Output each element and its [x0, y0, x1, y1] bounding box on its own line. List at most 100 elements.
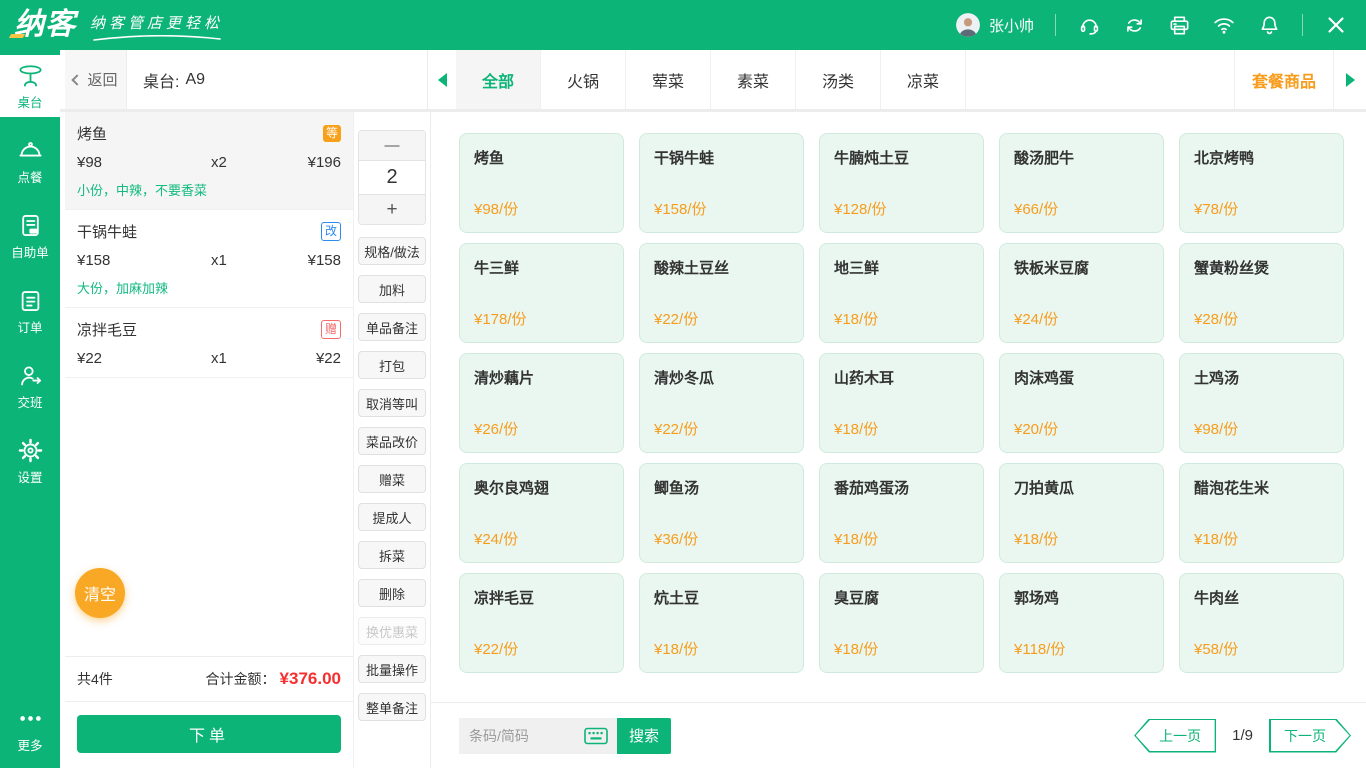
menu-item-card[interactable]: 土鸡汤 ¥98/份: [1179, 353, 1344, 453]
menu-item-name: 干锅牛蛙: [654, 147, 789, 168]
tabs-scroll-right-button[interactable]: [1334, 50, 1366, 109]
category-tab[interactable]: 全部: [456, 50, 541, 109]
next-page-button[interactable]: 下一页: [1269, 719, 1351, 753]
menu-item-price: ¥98/份: [474, 198, 609, 219]
category-tab[interactable]: 素菜: [711, 50, 796, 109]
back-label: 返回: [87, 69, 117, 90]
category-tab[interactable]: 汤类: [796, 50, 881, 109]
prev-page-label: 上一页: [1134, 719, 1216, 753]
order-item-quantity: x1: [211, 350, 281, 367]
sidebar-item-more[interactable]: 更多: [0, 698, 60, 760]
order-item-quantity: x1: [211, 252, 281, 269]
menu-item-price: ¥128/份: [834, 198, 969, 219]
action-button[interactable]: 取消等叫: [358, 389, 426, 417]
order-list-icon: [17, 287, 44, 314]
menu-item-card[interactable]: 鲫鱼汤 ¥36/份: [639, 463, 804, 563]
submit-order-button[interactable]: 下单: [77, 715, 341, 753]
close-icon[interactable]: [1324, 13, 1348, 37]
bottom-bar: 搜索 上一页 1/9 下一页: [431, 702, 1366, 768]
sidebar-item-shift-change[interactable]: 交班: [0, 355, 60, 417]
left-triangle-icon: [438, 73, 447, 87]
wifi-icon[interactable]: [1212, 13, 1236, 37]
bell-icon[interactable]: [1257, 13, 1281, 37]
menu-item-name: 土鸡汤: [1194, 367, 1329, 388]
search-button[interactable]: 搜索: [617, 718, 671, 754]
menu-item-price: ¥18/份: [834, 528, 969, 549]
category-tab[interactable]: 凉菜: [881, 50, 966, 109]
combo-products-button[interactable]: 套餐商品: [1234, 50, 1334, 109]
menu-item-card[interactable]: 凉拌毛豆 ¥22/份: [459, 573, 624, 673]
action-button[interactable]: 赠菜: [358, 465, 426, 493]
tabs-scroll-left-button[interactable]: [428, 50, 456, 109]
order-item-price: ¥22: [77, 350, 211, 367]
menu-item-card[interactable]: 山药木耳 ¥18/份: [819, 353, 984, 453]
order-panel: 烤鱼 等 ¥98 x2 ¥196 小份，中辣，不要香菜 干锅牛蛙 改 ¥158: [65, 112, 354, 768]
quantity-increase-button[interactable]: +: [359, 194, 425, 224]
action-button[interactable]: 整单备注: [358, 693, 426, 721]
keyboard-icon[interactable]: [583, 727, 609, 745]
barcode-search-input[interactable]: [469, 728, 583, 744]
menu-item-card[interactable]: 番茄鸡蛋汤 ¥18/份: [819, 463, 984, 563]
order-item-total: ¥158: [281, 252, 341, 269]
right-triangle-icon: [1346, 73, 1355, 87]
menu-item-card[interactable]: 烤鱼 ¥98/份: [459, 133, 624, 233]
category-tab[interactable]: 荤菜: [626, 50, 711, 109]
sidebar-item-order-food[interactable]: 点餐: [0, 130, 60, 192]
menu-item-price: ¥22/份: [654, 308, 789, 329]
order-item[interactable]: 干锅牛蛙 改 ¥158 x1 ¥158 大份，加麻加辣: [65, 210, 353, 308]
menu-item-card[interactable]: 牛肉丝 ¥58/份: [1179, 573, 1344, 673]
menu-item-card[interactable]: 奥尔良鸡翅 ¥24/份: [459, 463, 624, 563]
menu-item-card[interactable]: 刀拍黄瓜 ¥18/份: [999, 463, 1164, 563]
quantity-decrease-button[interactable]: —: [359, 131, 425, 161]
menu-item-card[interactable]: 炕土豆 ¥18/份: [639, 573, 804, 673]
sidebar-item-self-order[interactable]: 自助单: [0, 205, 60, 267]
sidebar-item-settings[interactable]: 设置: [0, 430, 60, 492]
order-item[interactable]: 凉拌毛豆 赠 ¥22 x1 ¥22: [65, 308, 353, 378]
menu-item-card[interactable]: 干锅牛蛙 ¥158/份: [639, 133, 804, 233]
menu-item-card[interactable]: 北京烤鸭 ¥78/份: [1179, 133, 1344, 233]
menu-item-price: ¥36/份: [654, 528, 789, 549]
order-item-quantity: x2: [211, 154, 281, 171]
action-button[interactable]: 单品备注: [358, 313, 426, 341]
action-button[interactable]: 规格/做法: [358, 237, 426, 265]
menu-item-card[interactable]: 地三鲜 ¥18/份: [819, 243, 984, 343]
menu-item-card[interactable]: 蟹黄粉丝煲 ¥28/份: [1179, 243, 1344, 343]
menu-item-card[interactable]: 清炒藕片 ¥26/份: [459, 353, 624, 453]
sync-icon[interactable]: [1122, 13, 1146, 37]
action-button[interactable]: 打包: [358, 351, 426, 379]
menu-item-name: 烤鱼: [474, 147, 609, 168]
gear-icon: [17, 437, 44, 464]
menu-item-card[interactable]: 郭场鸡 ¥118/份: [999, 573, 1164, 673]
divider: [1302, 14, 1303, 36]
action-button[interactable]: 拆菜: [358, 541, 426, 569]
sidebar-item-tables[interactable]: 桌台: [0, 55, 60, 117]
action-button[interactable]: 批量操作: [358, 655, 426, 683]
menu-item-card[interactable]: 酸汤肥牛 ¥66/份: [999, 133, 1164, 233]
menu-item-card[interactable]: 臭豆腐 ¥18/份: [819, 573, 984, 673]
menu-item-card[interactable]: 牛三鲜 ¥178/份: [459, 243, 624, 343]
clear-order-button[interactable]: 清空: [75, 568, 125, 618]
prev-page-button[interactable]: 上一页: [1134, 719, 1216, 753]
sidebar-item-orders[interactable]: 订单: [0, 280, 60, 342]
menu-item-card[interactable]: 牛腩炖土豆 ¥128/份: [819, 133, 984, 233]
customer-service-icon[interactable]: [1077, 13, 1101, 37]
menu-item-price: ¥26/份: [474, 418, 609, 439]
menu-item-name: 肉沫鸡蛋: [1014, 367, 1149, 388]
action-button[interactable]: 删除: [358, 579, 426, 607]
action-button[interactable]: 菜品改价: [358, 427, 426, 455]
order-item-note: 大份，加麻加辣: [77, 278, 341, 297]
printer-icon[interactable]: [1167, 13, 1191, 37]
back-button[interactable]: 返回: [65, 50, 127, 109]
action-button[interactable]: 加料: [358, 275, 426, 303]
category-tab[interactable]: 火锅: [541, 50, 626, 109]
search-group: 搜索: [459, 718, 671, 754]
action-button[interactable]: 换优惠菜: [358, 617, 426, 645]
menu-item-card[interactable]: 醋泡花生米 ¥18/份: [1179, 463, 1344, 563]
menu-item-card[interactable]: 酸辣土豆丝 ¥22/份: [639, 243, 804, 343]
menu-item-card[interactable]: 肉沫鸡蛋 ¥20/份: [999, 353, 1164, 453]
user-account[interactable]: 张小帅: [955, 12, 1034, 38]
menu-item-card[interactable]: 铁板米豆腐 ¥24/份: [999, 243, 1164, 343]
order-item[interactable]: 烤鱼 等 ¥98 x2 ¥196 小份，中辣，不要香菜: [65, 112, 353, 210]
menu-item-card[interactable]: 清炒冬瓜 ¥22/份: [639, 353, 804, 453]
action-button[interactable]: 提成人: [358, 503, 426, 531]
